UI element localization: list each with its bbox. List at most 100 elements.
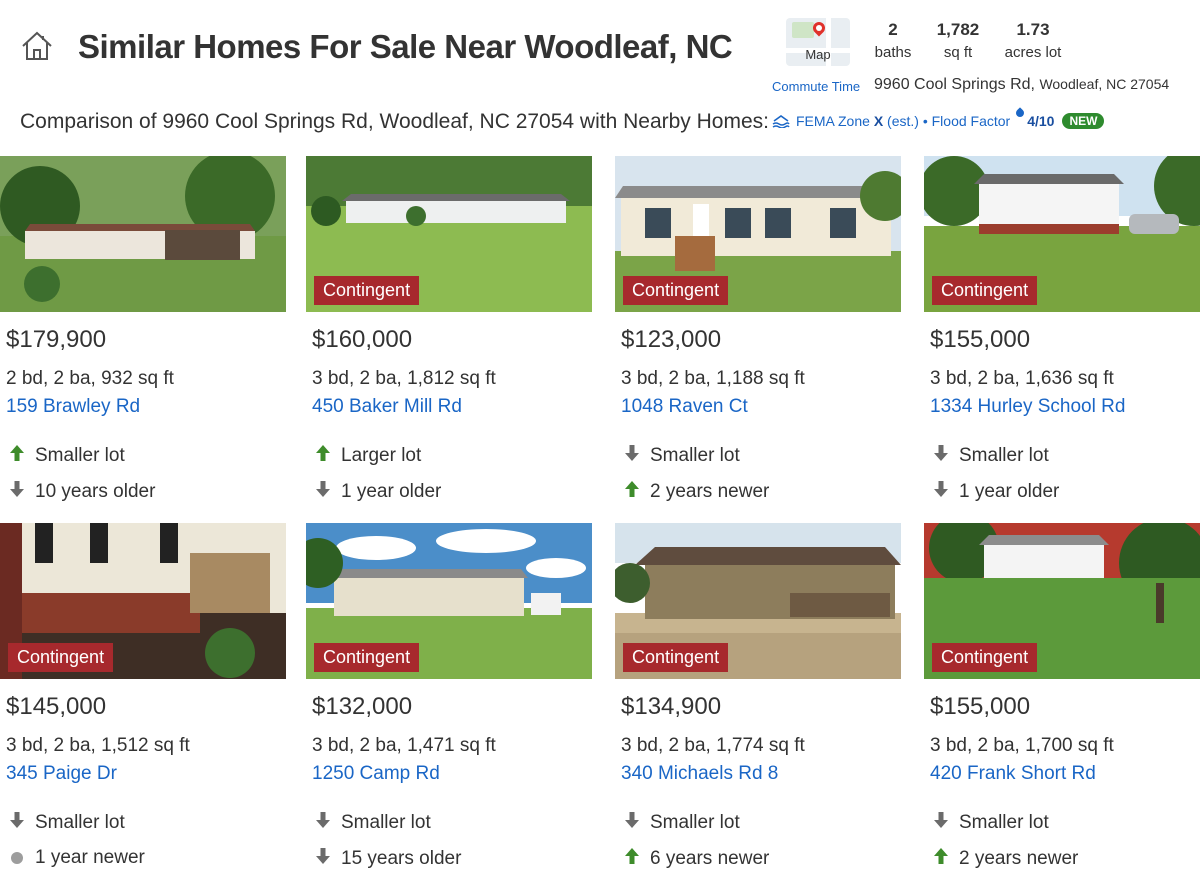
arrow-down-icon xyxy=(314,480,332,503)
listing-details: 3 bd, 2 ba, 1,188 sq ft xyxy=(621,368,805,389)
listing-address-link[interactable]: 1250 Camp Rd xyxy=(312,763,440,785)
listing-details: 3 bd, 2 ba, 1,700 sq ft xyxy=(930,735,1114,756)
lot-comparison: Smaller lot xyxy=(932,811,1049,834)
lot-comparison-text: Smaller lot xyxy=(959,811,1049,833)
age-comparison: 2 years newer xyxy=(932,847,1078,870)
page-title: Similar Homes For Sale Near Woodleaf, NC xyxy=(78,28,733,65)
listing-price: $155,000 xyxy=(930,693,1031,720)
age-comparison-text: 2 years newer xyxy=(959,847,1079,869)
listing-card[interactable]: Contingent $155,000 3 bd, 2 ba, 1,636 sq f… xyxy=(924,156,1200,516)
lot-comparison-text: Smaller lot xyxy=(959,444,1049,466)
lot-comparison-text: Smaller lot xyxy=(35,811,125,833)
lot-comparison: Smaller lot xyxy=(623,444,740,467)
flood-zone-icon xyxy=(772,115,790,128)
listing-address-link[interactable]: 159 Brawley Rd xyxy=(6,396,140,418)
sqft-stat: 1,782 sq ft xyxy=(936,20,980,61)
listing-details: 3 bd, 2 ba, 1,774 sq ft xyxy=(621,735,805,756)
arrow-down-icon xyxy=(8,480,26,503)
lot-comparison-text: Smaller lot xyxy=(650,811,740,833)
map-label: Map xyxy=(805,47,831,62)
commute-time-link[interactable]: Commute Time xyxy=(772,79,860,94)
listing-address-link[interactable]: 420 Frank Short Rd xyxy=(930,763,1096,785)
listing-card[interactable]: Contingent $145,000 3 bd, 2 ba, 1,512 sq f… xyxy=(0,523,286,883)
contingent-badge: Contingent xyxy=(314,276,420,305)
lot-comparison-text: Smaller lot xyxy=(341,811,431,833)
listing-photo[interactable] xyxy=(0,156,286,312)
listing-price: $179,900 xyxy=(6,326,107,353)
home-icon xyxy=(22,31,52,60)
age-comparison-text: 1 year older xyxy=(959,480,1060,502)
listing-card[interactable]: Contingent $123,000 3 bd, 2 ba, 1,188 sq f… xyxy=(615,156,901,516)
age-comparison-text: 1 year newer xyxy=(35,847,145,868)
lot-comparison: Smaller lot xyxy=(623,811,740,834)
contingent-badge: Contingent xyxy=(314,643,420,672)
contingent-badge: Contingent xyxy=(8,643,114,672)
listing-price: $123,000 xyxy=(621,326,722,353)
listing-price: $145,000 xyxy=(6,693,107,720)
listing-price: $132,000 xyxy=(312,693,413,720)
lot-comparison: Larger lot xyxy=(314,444,421,467)
water-drop-icon xyxy=(1014,107,1026,119)
arrow-up-icon xyxy=(8,444,26,467)
arrow-up-icon xyxy=(623,480,641,503)
fema-flood-info[interactable]: FEMA Zone X (est.) • Flood Factor 4/10 N… xyxy=(772,107,1105,129)
listing-price: $160,000 xyxy=(312,326,413,353)
arrow-up-icon xyxy=(932,847,950,870)
listing-details: 3 bd, 2 ba, 1,812 sq ft xyxy=(312,368,496,389)
listing-card[interactable]: $179,900 2 bd, 2 ba, 932 sq ft 159 Brawley… xyxy=(0,156,286,516)
contingent-badge: Contingent xyxy=(623,643,729,672)
fema-label: FEMA Zone xyxy=(796,113,870,129)
listing-address-link[interactable]: 345 Paige Dr xyxy=(6,763,117,785)
contingent-badge: Contingent xyxy=(932,276,1038,305)
flood-factor-label: (est.) • Flood Factor xyxy=(887,113,1011,129)
age-comparison: 6 years newer xyxy=(623,847,769,870)
listing-card[interactable]: Contingent $132,000 3 bd, 2 ba, 1,471 sq f… xyxy=(306,523,592,883)
listing-details: 3 bd, 2 ba, 1,636 sq ft xyxy=(930,368,1114,389)
lot-comparison-text: Larger lot xyxy=(341,444,422,466)
lot-comparison: Smaller lot xyxy=(8,811,125,834)
listing-details: 2 bd, 2 ba, 932 sq ft xyxy=(6,368,174,389)
contingent-badge: Contingent xyxy=(932,643,1038,672)
listing-card[interactable]: Contingent $160,000 3 bd, 2 ba, 1,812 sq f… xyxy=(306,156,592,516)
listing-card[interactable]: Contingent $155,000 3 bd, 2 ba, 1,700 sq f… xyxy=(924,523,1200,883)
age-comparison-text: 2 years newer xyxy=(650,480,770,502)
listing-address-link[interactable]: 340 Michaels Rd 8 xyxy=(621,763,778,785)
arrow-down-icon xyxy=(623,811,641,834)
listing-details: 3 bd, 2 ba, 1,512 sq ft xyxy=(6,735,190,756)
arrow-down-icon xyxy=(932,444,950,467)
listing-address-link[interactable]: 1048 Raven Ct xyxy=(621,396,748,418)
fema-zone: X xyxy=(873,113,884,129)
age-comparison: 1 year older xyxy=(932,480,1059,503)
lot-comparison: Smaller lot xyxy=(314,811,431,834)
age-comparison: 1 year older xyxy=(314,480,441,503)
listing-address-link[interactable]: 450 Baker Mill Rd xyxy=(312,396,462,418)
new-badge: NEW xyxy=(1062,113,1105,129)
lot-comparison-text: Smaller lot xyxy=(35,444,125,466)
listing-card[interactable]: Contingent $134,900 3 bd, 2 ba, 1,774 sq f… xyxy=(615,523,901,883)
dot-icon xyxy=(8,848,26,869)
arrow-up-icon xyxy=(623,847,641,870)
arrow-down-icon xyxy=(932,480,950,503)
age-comparison: 1 year newer xyxy=(8,847,145,869)
lot-stat: 1.73 acres lot xyxy=(1004,20,1062,61)
age-comparison: 10 years older xyxy=(8,480,155,503)
arrow-down-icon xyxy=(314,811,332,834)
age-comparison-text: 10 years older xyxy=(35,480,156,502)
age-comparison-text: 6 years newer xyxy=(650,847,770,869)
listing-address-link[interactable]: 1334 Hurley School Rd xyxy=(930,396,1125,418)
arrow-down-icon xyxy=(8,811,26,834)
listing-price: $155,000 xyxy=(930,326,1031,353)
age-comparison-text: 15 years older xyxy=(341,847,462,869)
lot-comparison-text: Smaller lot xyxy=(650,444,740,466)
flood-score: 4/10 xyxy=(1027,113,1055,129)
property-address: 9960 Cool Springs Rd, Woodleaf, NC 27054 xyxy=(874,76,1170,93)
age-comparison-text: 1 year older xyxy=(341,480,442,502)
arrow-down-icon xyxy=(314,847,332,870)
age-comparison: 2 years newer xyxy=(623,480,769,503)
comparison-subtitle: Comparison of 9960 Cool Springs Rd, Wood… xyxy=(20,110,769,133)
arrow-up-icon xyxy=(314,444,332,467)
contingent-badge: Contingent xyxy=(623,276,729,305)
lot-comparison: Smaller lot xyxy=(932,444,1049,467)
map-thumbnail[interactable]: Map xyxy=(786,18,850,66)
arrow-down-icon xyxy=(932,811,950,834)
